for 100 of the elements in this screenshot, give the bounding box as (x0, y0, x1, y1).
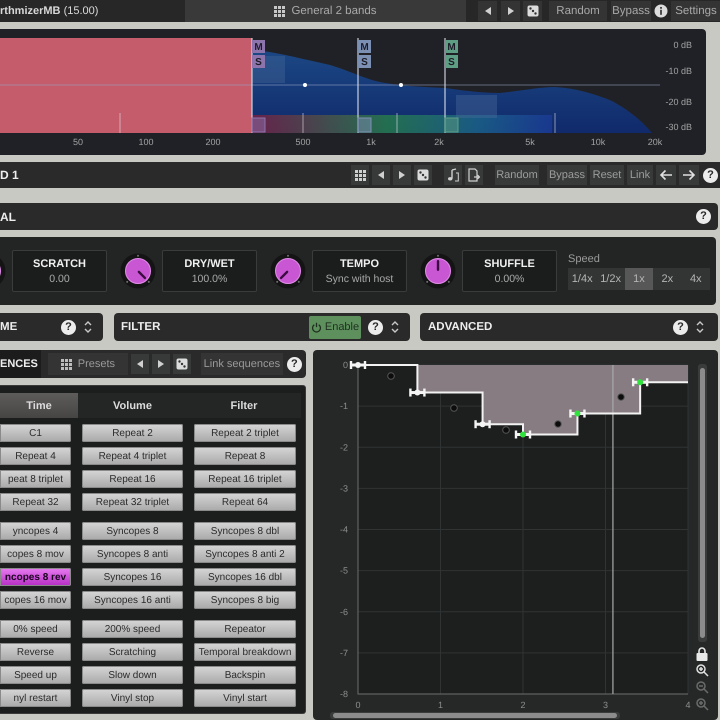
bypass-button[interactable]: Bypass (611, 1, 651, 21)
sequence-button[interactable]: C1 (0, 424, 71, 442)
solo-button[interactable]: S (252, 55, 265, 68)
sequence-button[interactable]: Syncopes 8 dbl (194, 522, 296, 540)
sequence-button[interactable]: Backspin (194, 666, 296, 684)
section-header[interactable]: FILTER Enable ? (114, 313, 410, 341)
knob-pointer[interactable] (279, 270, 289, 280)
sequence-button[interactable]: Repeat 16 (82, 470, 183, 488)
vertical-scrollbar[interactable] (698, 364, 707, 642)
knob[interactable] (120, 253, 156, 289)
sequence-button[interactable]: Scratching (82, 643, 183, 661)
arrow-right-button[interactable] (679, 165, 699, 185)
help-button[interactable]: ? (673, 320, 688, 334)
previous-button[interactable] (478, 1, 497, 21)
sequence-button[interactable]: Repeat 64 (194, 493, 296, 511)
arrow-left-button[interactable] (656, 165, 676, 185)
crossover-line[interactable] (444, 38, 446, 133)
up-down-arrows-icon[interactable] (391, 320, 399, 334)
sequence-button[interactable]: peat 8 triplet (0, 470, 71, 488)
band-marker-icon[interactable] (252, 118, 266, 132)
envelope-handle[interactable] (409, 388, 426, 397)
section-header[interactable]: ME ? (0, 313, 103, 341)
enable-toggle[interactable]: Enable (309, 316, 361, 338)
category-tab[interactable]: Volume (78, 393, 187, 418)
knob[interactable] (270, 253, 306, 289)
envelope-graph[interactable]: 0 -1 -2 -3 -4 -5 -6 -7 -8 0 1 2 3 4 (313, 350, 718, 720)
section-header[interactable]: ADVANCED ? (420, 313, 718, 341)
crossover-line[interactable] (357, 38, 359, 133)
help-button[interactable]: ? (368, 320, 383, 334)
sequence-button[interactable]: Syncopes 8 (82, 522, 183, 540)
next-button[interactable] (152, 354, 170, 374)
curve-point-icon[interactable] (554, 420, 562, 428)
link-button[interactable]: Link (627, 165, 653, 185)
randomize-button[interactable] (172, 354, 191, 374)
sequence-button[interactable]: copes 8 mov (0, 545, 71, 563)
sequence-button[interactable]: Repeat 8 (194, 447, 296, 465)
sequence-button[interactable]: Temporal breakdown (194, 643, 296, 661)
parameter-display[interactable]: DRY/WET 100.0% (162, 250, 257, 292)
note-button[interactable] (444, 165, 462, 185)
sequence-button[interactable]: 0% speed (0, 620, 71, 638)
envelope-handle[interactable] (474, 420, 491, 428)
sequence-button[interactable]: Syncopes 16 anti (82, 591, 183, 609)
sequence-button[interactable]: Repeat 32 (0, 493, 71, 511)
presets-button[interactable]: Presets (48, 353, 128, 375)
sequence-button[interactable]: Repeat 32 triplet (82, 493, 183, 511)
up-down-arrows-icon[interactable] (696, 320, 704, 334)
sequence-button[interactable]: copes 16 mov (0, 591, 71, 609)
envelope-handle[interactable] (632, 378, 648, 386)
link-sequences-button[interactable]: Link sequences (200, 353, 283, 375)
sequence-button[interactable]: Slow down (82, 666, 183, 684)
knob-pointer[interactable] (137, 270, 147, 280)
envelope-handle[interactable] (350, 361, 366, 369)
reset-button[interactable]: Reset (590, 165, 624, 185)
zoom-out-icon[interactable] (696, 681, 709, 694)
band-marker-icon[interactable] (444, 118, 458, 132)
previous-button[interactable] (372, 165, 390, 185)
sequence-button[interactable]: Repeat 4 triplet (82, 447, 183, 465)
sequence-button[interactable]: Repeator (194, 620, 296, 638)
sequence-button[interactable]: Repeat 2 triplet (194, 424, 296, 442)
info-icon[interactable] (654, 4, 668, 18)
help-button[interactable]: ? (61, 320, 76, 334)
horizontal-scrollbar[interactable] (330, 712, 620, 719)
parameter-display[interactable]: SCRATCH 0.00 (12, 250, 107, 292)
sequence-button[interactable]: ncopes 8 rev (0, 568, 71, 586)
up-down-arrows-icon[interactable] (84, 320, 92, 334)
random-button[interactable]: Random (549, 1, 607, 21)
settings-button[interactable]: Settings (671, 1, 720, 21)
curve-point-icon[interactable] (450, 404, 458, 412)
sequence-button[interactable]: Speed up (0, 666, 71, 684)
sequence-button[interactable]: Reverse (0, 643, 71, 661)
grid-button[interactable] (351, 165, 369, 185)
sequence-button[interactable]: Vinyl start (194, 689, 296, 707)
curve-point-icon[interactable] (387, 372, 395, 380)
sequence-button[interactable]: 200% speed (82, 620, 183, 638)
help-button[interactable]: ? (286, 356, 302, 372)
sequence-button[interactable]: Repeat 16 triplet (194, 470, 296, 488)
knob[interactable] (420, 253, 456, 289)
sequence-button[interactable]: nyl restart (0, 689, 71, 707)
envelope-handle[interactable] (569, 410, 586, 418)
crossover-line[interactable] (251, 38, 253, 133)
mute-button[interactable]: M (445, 40, 458, 53)
next-button[interactable] (393, 165, 411, 185)
preset-selector[interactable]: General 2 bands (185, 0, 466, 22)
zoom-in-icon[interactable] (696, 664, 709, 677)
help-button[interactable]: ? (696, 209, 711, 224)
sequence-button[interactable]: Repeat 2 (82, 424, 183, 442)
sequence-button[interactable]: Syncopes 8 anti (82, 545, 183, 563)
randomize-button[interactable] (414, 165, 432, 185)
gain-point-icon[interactable] (399, 83, 403, 87)
mute-button[interactable]: M (358, 40, 371, 53)
band-marker-icon[interactable] (358, 118, 372, 132)
category-tab[interactable]: Filter (187, 393, 301, 418)
sequence-button[interactable]: yncopes 4 (0, 522, 71, 540)
sequence-button[interactable]: Repeat 4 (0, 447, 71, 465)
curve-point-icon[interactable] (617, 393, 625, 401)
mute-button[interactable]: M (252, 40, 265, 53)
solo-button[interactable]: S (358, 55, 371, 68)
sequence-button[interactable]: Syncopes 8 big (194, 591, 296, 609)
gain-point-icon[interactable] (303, 83, 307, 87)
sequence-button[interactable]: Syncopes 8 anti 2 (194, 545, 296, 563)
